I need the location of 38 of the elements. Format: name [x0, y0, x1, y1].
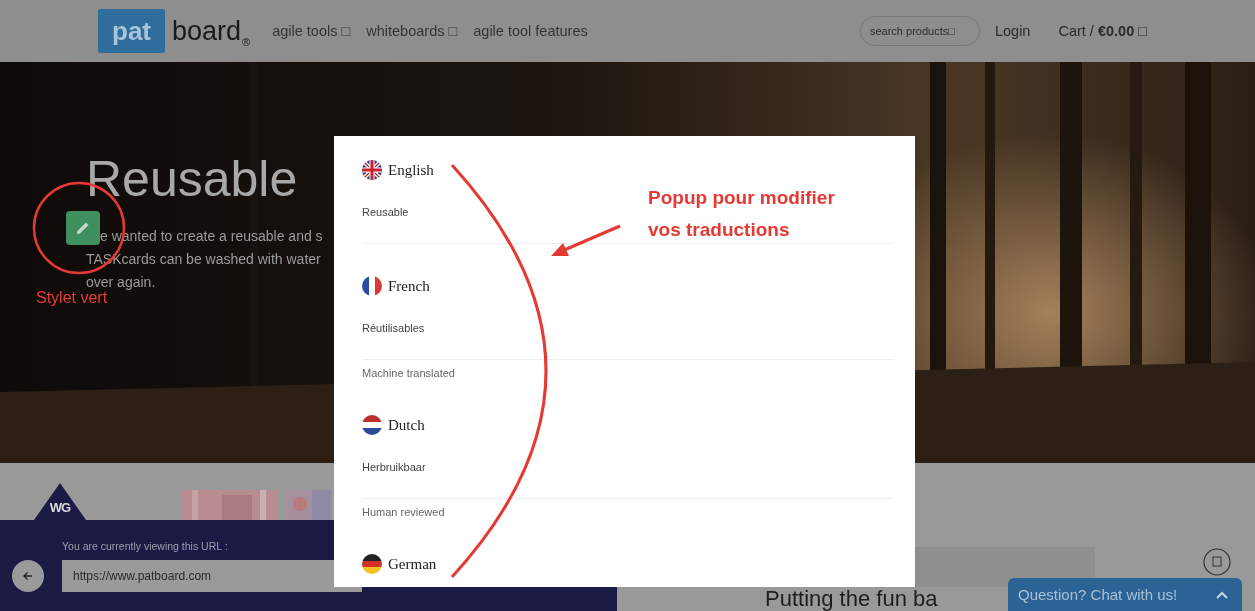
nav-link[interactable]: whiteboards □	[366, 23, 458, 39]
translation-text[interactable]: Herbruikbaar	[362, 460, 426, 474]
language-name: Dutch	[388, 416, 425, 434]
pencil-icon	[76, 221, 90, 235]
annotation-arrow	[550, 223, 622, 259]
edit-button[interactable]	[66, 211, 100, 245]
flag-icon	[362, 160, 382, 180]
language-name: German	[388, 555, 437, 573]
cart-link[interactable]: Cart / €0.00 □	[1058, 23, 1147, 39]
registered-mark: ®	[242, 36, 251, 48]
chat-button[interactable]: Question? Chat with us!	[1008, 578, 1242, 611]
left-arrow-icon	[23, 571, 33, 581]
flag-icon	[362, 276, 382, 296]
flag-icon	[362, 554, 382, 574]
language-name: French	[388, 277, 430, 295]
chevron-up-icon	[1216, 590, 1228, 599]
nav-link[interactable]: agile tools □	[272, 23, 351, 39]
translation-text[interactable]: Réutilisables	[362, 321, 425, 335]
logo-text: board	[172, 15, 242, 47]
logo[interactable]: pat	[98, 9, 165, 53]
url-label: You are currently viewing this URL :	[62, 540, 229, 552]
flag-icon	[362, 415, 382, 435]
wg-logo: WG	[34, 483, 86, 520]
nav-link[interactable]: agile tool features	[473, 23, 588, 39]
translation-status: Machine translated	[362, 366, 455, 380]
annotation-text: Popup pour modifier vos traductions	[648, 186, 836, 242]
scroll-top-icon[interactable]	[1203, 548, 1231, 576]
search-field[interactable]: search products□	[859, 16, 980, 46]
url-field[interactable]: https://www.patboard.com	[62, 560, 362, 592]
login-link[interactable]: Login	[994, 23, 1031, 39]
annotation-text: Stylet vert	[36, 289, 108, 307]
section-heading: Putting the fun ba	[765, 588, 938, 610]
language-name: English	[388, 161, 434, 179]
back-button[interactable]	[12, 560, 44, 592]
translation-status: Human reviewed	[362, 505, 445, 519]
hero-text: over again.	[86, 273, 156, 292]
translation-text[interactable]: Reusable	[362, 205, 409, 219]
hero-title: Reusable	[86, 150, 298, 209]
